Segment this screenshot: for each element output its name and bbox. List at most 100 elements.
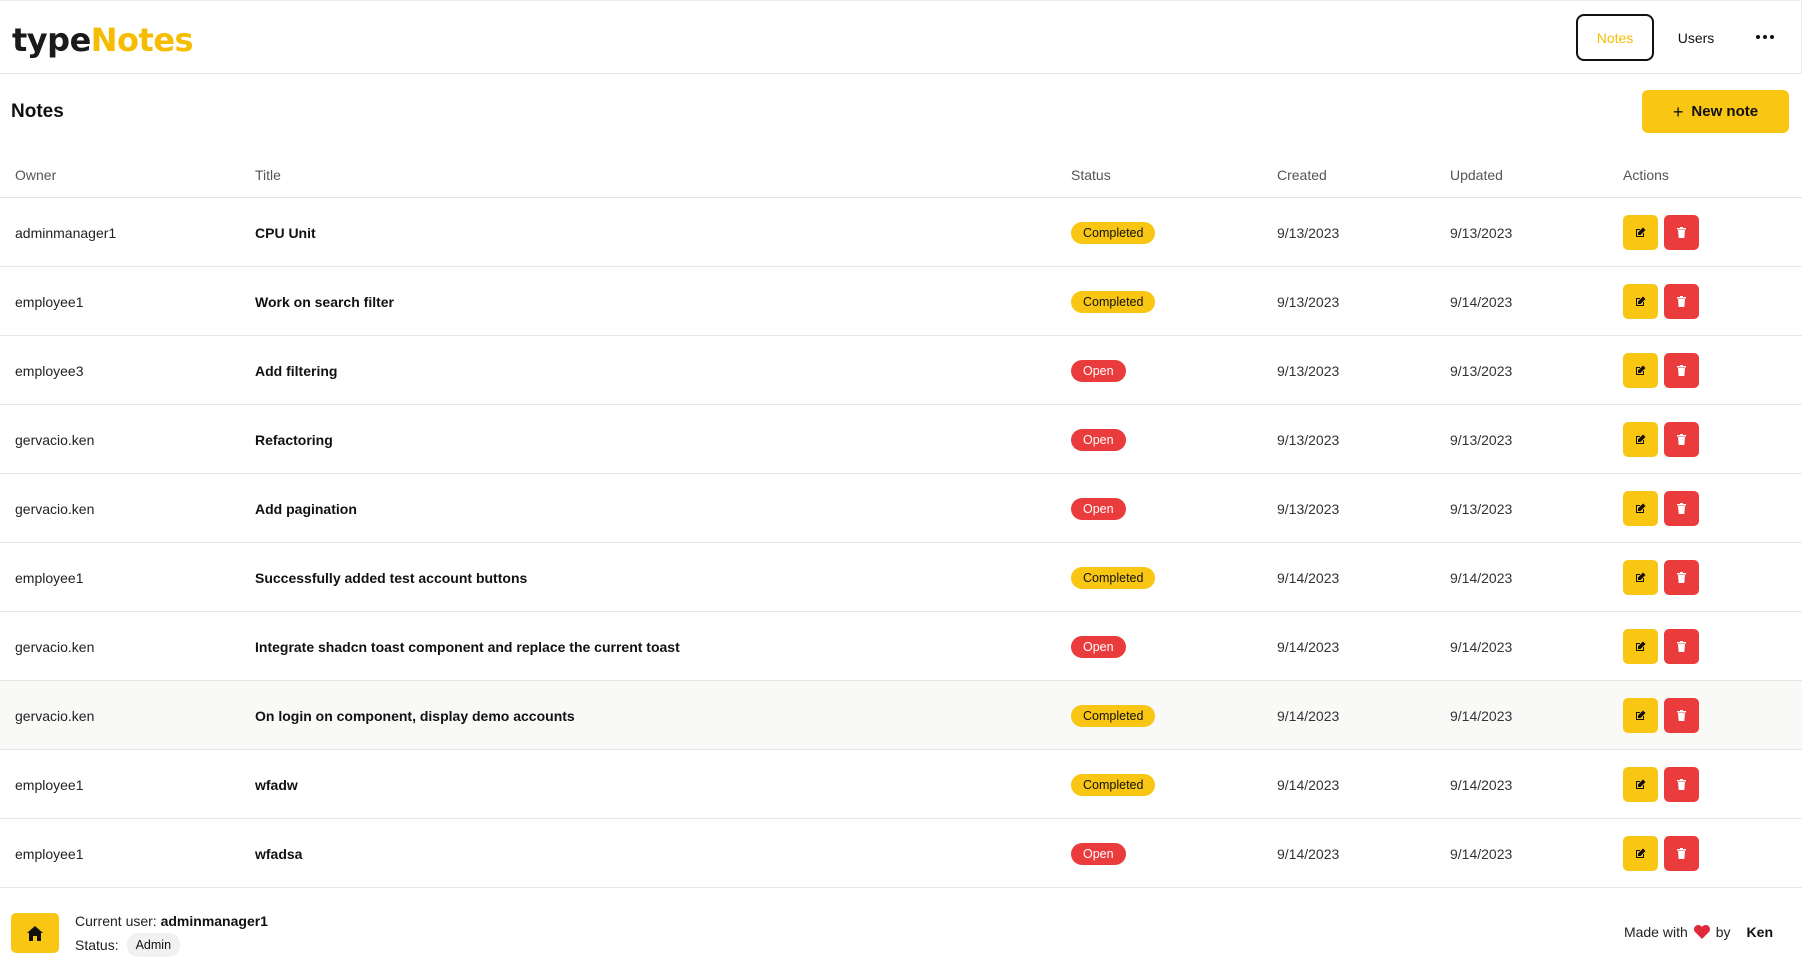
table-row[interactable]: employee1 wfadw Completed 9/14/2023 9/14/202… [0,750,1802,819]
updated-date-cell: 9/14/2023 [1450,707,1513,724]
top-navbar: typeNotes Notes Users [0,0,1802,74]
owner-cell: adminmanager1 [15,224,117,241]
delete-note-button[interactable] [1664,284,1699,319]
title-cell[interactable]: Refactoring [255,432,333,448]
current-user-label: Current user: [75,913,157,929]
updated-date-cell: 9/14/2023 [1450,845,1513,862]
trash-icon [1677,434,1686,445]
current-user-line: Current user: adminmanager1 [75,912,268,930]
table-row[interactable]: employee3 Add filtering Open 9/13/2023 9/13/… [0,336,1802,405]
edit-note-button[interactable] [1623,767,1658,802]
edit-note-button[interactable] [1623,836,1658,871]
delete-note-button[interactable] [1664,836,1699,871]
owner-cell: employee1 [15,776,84,793]
table-row[interactable]: employee1 Work on search filter Completed 9… [0,267,1802,336]
heart-icon [1693,925,1710,939]
updated-date-cell: 9/14/2023 [1450,293,1513,310]
edit-icon [1635,848,1646,859]
edit-note-button[interactable] [1623,353,1658,388]
edit-note-button[interactable] [1623,284,1658,319]
table-header: Owner Title Status Created Updated Actio… [0,157,1802,198]
owner-cell: gervacio.ken [15,707,95,724]
delete-note-button[interactable] [1664,215,1699,250]
delete-note-button[interactable] [1664,560,1699,595]
role-badge: Admin [126,933,181,957]
table-row[interactable]: gervacio.ken Refactoring Open 9/13/2023 9/13… [0,405,1802,474]
table-row[interactable]: gervacio.ken On login on component, displ… [0,681,1802,750]
app-frame: typeNotes Notes Users Notes + New note O… [0,0,1802,968]
delete-note-button[interactable] [1664,353,1699,388]
logo-text-type: type [12,21,91,59]
app-logo[interactable]: typeNotes [12,20,194,60]
page-title: Notes [11,101,64,122]
nav-users-link[interactable]: Users [1664,14,1728,61]
more-menu-button[interactable] [1740,19,1790,55]
title-cell[interactable]: Integrate shadcn toast component and rep… [255,639,680,655]
table-row[interactable]: employee1 Successfully added test account… [0,543,1802,612]
edit-note-button[interactable] [1623,629,1658,664]
edit-icon [1635,503,1646,514]
edit-icon [1635,779,1646,790]
home-icon [27,925,43,941]
created-date-cell: 9/14/2023 [1277,776,1340,793]
title-cell[interactable]: wfadsa [255,846,302,862]
edit-note-button[interactable] [1623,215,1658,250]
column-header-actions: Actions [1623,167,1669,183]
updated-date-cell: 9/14/2023 [1450,776,1513,793]
created-date-cell: 9/14/2023 [1277,569,1340,586]
title-cell[interactable]: Successfully added test account buttons [255,570,527,586]
nav-notes-link[interactable]: Notes [1576,14,1654,61]
table-row[interactable]: gervacio.ken Add pagination Open 9/13/2023 9… [0,474,1802,543]
edit-note-button[interactable] [1623,560,1658,595]
edit-note-button[interactable] [1623,698,1658,733]
delete-note-button[interactable] [1664,629,1699,664]
trash-icon [1677,710,1686,721]
title-cell[interactable]: Work on search filter [255,294,394,310]
owner-cell: employee3 [15,362,84,379]
made-with-text: Made with [1623,924,1688,940]
column-header-status: Status [1071,167,1111,183]
author-name: Ken [1746,924,1773,940]
delete-note-button[interactable] [1664,491,1699,526]
created-date-cell: 9/13/2023 [1277,224,1340,241]
trash-icon [1677,227,1686,238]
created-date-cell: 9/14/2023 [1277,707,1340,724]
title-cell[interactable]: wfadw [255,777,298,793]
edit-icon [1635,296,1646,307]
status-badge: Open [1071,635,1126,658]
status-badge: Completed [1071,566,1156,589]
table-row[interactable]: gervacio.ken Integrate shadcn toast compo… [0,612,1802,681]
current-user-name: adminmanager1 [160,913,268,929]
owner-cell: employee1 [15,293,84,310]
owner-cell: gervacio.ken [15,638,95,655]
edit-icon [1635,434,1646,445]
table-row[interactable]: employee1 wfadsa Open 9/14/2023 9/14/2023 [0,819,1802,888]
owner-cell: gervacio.ken [15,431,95,448]
logo-text-notes: Notes [90,21,194,59]
title-cell[interactable]: On login on component, display demo acco… [255,708,575,724]
delete-note-button[interactable] [1664,767,1699,802]
trash-icon [1677,848,1686,859]
title-cell[interactable]: Add pagination [255,501,357,517]
status-badge: Completed [1071,221,1156,244]
owner-cell: employee1 [15,845,84,862]
title-cell[interactable]: CPU Unit [255,225,316,241]
status-label: Status: [75,937,119,953]
edit-icon [1635,227,1646,238]
delete-note-button[interactable] [1664,422,1699,457]
edit-note-button[interactable] [1623,491,1658,526]
title-cell[interactable]: Add filtering [255,363,337,379]
delete-note-button[interactable] [1664,698,1699,733]
created-date-cell: 9/14/2023 [1277,845,1340,862]
edit-note-button[interactable] [1623,422,1658,457]
status-badge: Open [1071,359,1126,382]
column-header-updated: Updated [1450,167,1503,183]
edit-icon [1635,710,1646,721]
created-date-cell: 9/13/2023 [1277,362,1340,379]
edit-icon [1635,365,1646,376]
new-note-button[interactable]: + New note [1642,90,1789,133]
table-row[interactable]: adminmanager1 CPU Unit Completed 9/13/2023 9… [0,198,1802,267]
owner-cell: employee1 [15,569,84,586]
status-badge: Open [1071,842,1126,865]
home-button[interactable] [11,913,59,953]
